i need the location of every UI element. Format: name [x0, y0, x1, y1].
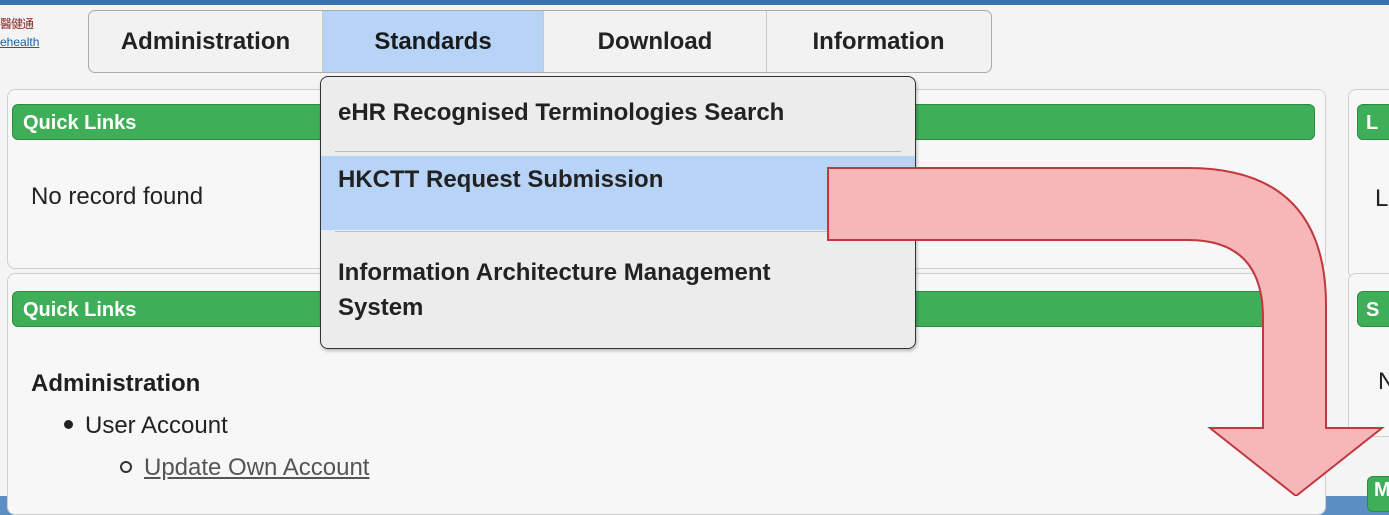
menu-item-line-2: System	[338, 294, 424, 321]
logo-chinese-text: 醫健通	[0, 17, 34, 31]
bullet-icon	[64, 420, 73, 430]
right-panel-mid-text: N	[1378, 368, 1389, 395]
tab-download[interactable]: Download	[544, 11, 767, 72]
right-panel-bottom-header: M	[1367, 476, 1389, 512]
tab-standards[interactable]: Standards	[323, 11, 544, 72]
main-nav-tabs: Administration Standards Download Inform…	[88, 10, 992, 73]
circle-bullet-icon	[120, 460, 132, 473]
menu-item-ehr-terminologies-search[interactable]: eHR Recognised Terminologies Search	[321, 99, 915, 139]
logo-english-text: ehealth	[0, 35, 40, 49]
ehealth-logo[interactable]: 醫健通 ehealth	[0, 11, 40, 61]
update-own-account-link[interactable]: Update Own Account	[144, 454, 369, 481]
right-panel-top-header: L	[1357, 104, 1389, 140]
menu-item-hkctt-request-submission[interactable]: HKCTT Request Submission	[321, 156, 915, 230]
no-record-text: No record found	[31, 183, 204, 210]
standards-dropdown-menu: eHR Recognised Terminologies Search HKCT…	[320, 76, 916, 349]
administration-section-title: Administration	[31, 370, 201, 397]
menu-separator	[335, 231, 901, 232]
user-account-item: User Account	[64, 412, 228, 440]
tab-information[interactable]: Information	[767, 11, 990, 72]
user-account-label: User Account	[85, 412, 228, 439]
menu-item-line-1: Information Architecture Management	[338, 259, 771, 286]
menu-item-information-architecture-management-system[interactable]: Information Architecture Management Syst…	[321, 255, 915, 335]
right-panel-mid-header: S	[1357, 291, 1389, 327]
update-own-account-item: Update Own Account	[120, 454, 369, 482]
menu-separator	[335, 151, 901, 152]
right-panel-top-text: L	[1375, 185, 1389, 212]
tab-administration[interactable]: Administration	[89, 11, 323, 72]
